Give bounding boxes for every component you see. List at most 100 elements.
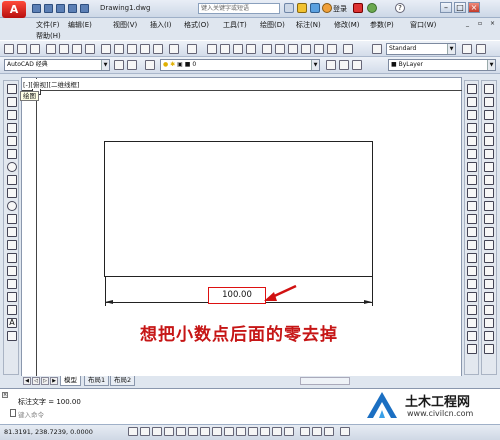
move-icon[interactable] [484, 149, 494, 159]
close-button[interactable]: × [468, 2, 480, 13]
block-editor-icon[interactable] [153, 44, 163, 54]
next-tab-icon[interactable]: ▷ [41, 377, 49, 385]
exchange-icon[interactable] [353, 3, 363, 13]
dynamic-input-icon[interactable] [236, 427, 246, 436]
preview-icon[interactable] [59, 44, 69, 54]
chamfer-icon[interactable] [484, 266, 494, 276]
rectangle-icon[interactable] [7, 136, 17, 146]
favorites-icon[interactable] [322, 3, 332, 13]
grid-display-icon[interactable] [152, 427, 162, 436]
jogged-linear-icon[interactable] [467, 292, 477, 302]
radius-dim-icon[interactable] [467, 136, 477, 146]
print-icon[interactable] [68, 4, 77, 13]
layer-properties-icon[interactable] [145, 60, 155, 70]
explode-icon[interactable] [484, 305, 494, 315]
command-input[interactable]: 键入命令 [18, 409, 44, 419]
menu-close-doc[interactable]: × [490, 20, 495, 27]
publish-icon[interactable] [72, 44, 82, 54]
region-icon[interactable] [7, 292, 17, 302]
polygon-icon[interactable] [7, 123, 17, 133]
horizontal-scrollbar[interactable] [300, 377, 350, 385]
maximize-button[interactable]: □ [454, 2, 466, 13]
minimize-button[interactable]: – [440, 2, 452, 13]
copy-object-icon[interactable] [484, 97, 494, 107]
workspace-select[interactable]: AutoCAD 经典 ▼ [4, 59, 110, 71]
menu-modify[interactable]: 修改(M) [334, 20, 360, 30]
circle-icon[interactable] [7, 162, 17, 172]
dynamic-ucs-icon[interactable] [224, 427, 234, 436]
open-file-icon[interactable] [44, 4, 53, 13]
angular-dim-icon[interactable] [467, 175, 477, 185]
menu-tools[interactable]: 工具(T) [223, 20, 247, 30]
last-tab-icon[interactable]: ▶ [50, 377, 58, 385]
prev-tab-icon[interactable]: ◁ [32, 377, 40, 385]
menu-view[interactable]: 视图(V) [113, 20, 137, 30]
chevron-down-icon[interactable]: ▼ [447, 44, 455, 54]
menu-window[interactable]: 窗口(W) [410, 20, 436, 30]
snap-mode-icon[interactable] [140, 427, 150, 436]
chevron-down-icon[interactable]: ▼ [487, 60, 495, 70]
tab-layout1[interactable]: 布局1 [84, 376, 110, 386]
menu-insert[interactable]: 插入(I) [150, 20, 172, 30]
line-icon[interactable] [7, 84, 17, 94]
online-icon[interactable] [367, 3, 377, 13]
object-snap-tracking-icon[interactable] [212, 427, 222, 436]
save-icon[interactable] [30, 44, 40, 54]
rotate-icon[interactable] [484, 162, 494, 172]
redo-icon[interactable] [187, 44, 197, 54]
dim-update-icon[interactable] [467, 331, 477, 341]
trim-icon[interactable] [484, 201, 494, 211]
text-style-select[interactable]: Standard ▼ [386, 43, 456, 55]
insert-block-icon[interactable] [7, 227, 17, 237]
dim-break-icon[interactable] [467, 240, 477, 250]
construction-line-icon[interactable] [7, 97, 17, 107]
help-icon[interactable]: ? [395, 3, 405, 13]
search-input[interactable]: 键入关键字或短语 [198, 3, 280, 14]
stretch-icon[interactable] [484, 188, 494, 198]
subscription-icon[interactable] [297, 3, 307, 13]
first-tab-icon[interactable]: ◀ [23, 377, 31, 385]
rectangle-object[interactable] [104, 141, 373, 277]
tab-model[interactable]: 模型 [60, 376, 81, 386]
zoom-realtime-icon[interactable] [220, 44, 230, 54]
arc-icon[interactable] [7, 149, 17, 159]
communication-icon[interactable] [310, 3, 320, 13]
selection-cycling-icon[interactable] [284, 427, 294, 436]
make-current-icon[interactable] [127, 60, 137, 70]
layer-walk-icon[interactable] [339, 60, 349, 70]
linear-dim-icon[interactable] [467, 84, 477, 94]
polar-tracking-icon[interactable] [176, 427, 186, 436]
break-at-point-icon[interactable] [484, 227, 494, 237]
continue-dim-icon[interactable] [467, 214, 477, 224]
3d-dwf-icon[interactable] [85, 44, 95, 54]
dim-style-icon[interactable] [462, 44, 472, 54]
tool-palettes-icon[interactable] [288, 44, 298, 54]
quick-dim-icon[interactable] [467, 188, 477, 198]
properties-icon[interactable] [262, 44, 272, 54]
model-space-icon[interactable] [300, 427, 310, 436]
mirror-icon[interactable] [484, 110, 494, 120]
menu-edit[interactable]: 编辑(E) [68, 20, 92, 30]
plot-icon[interactable] [46, 44, 56, 54]
dim-space-icon[interactable] [467, 227, 477, 237]
copy-icon[interactable] [114, 44, 124, 54]
pan-icon[interactable] [207, 44, 217, 54]
user-login[interactable]: 登录 [333, 4, 347, 14]
search-icon[interactable] [284, 3, 294, 13]
infer-constraints-icon[interactable] [128, 427, 138, 436]
offset-icon[interactable] [484, 123, 494, 133]
center-mark-icon[interactable] [467, 266, 477, 276]
ellipse-icon[interactable] [7, 201, 17, 211]
ordinate-dim-icon[interactable] [467, 123, 477, 133]
menu-restore-doc[interactable]: ▫ [478, 20, 482, 27]
scale-icon[interactable] [484, 175, 494, 185]
point-icon[interactable] [7, 253, 17, 263]
hatch-icon[interactable] [7, 266, 17, 276]
blend-icon[interactable] [484, 292, 494, 302]
lineweight-icon[interactable] [248, 427, 258, 436]
pedit-icon[interactable] [484, 344, 494, 354]
undo-icon[interactable] [169, 44, 179, 54]
revcloud-icon[interactable] [7, 175, 17, 185]
baseline-dim-icon[interactable] [467, 201, 477, 211]
menu-file[interactable]: 文件(F) [36, 20, 60, 30]
